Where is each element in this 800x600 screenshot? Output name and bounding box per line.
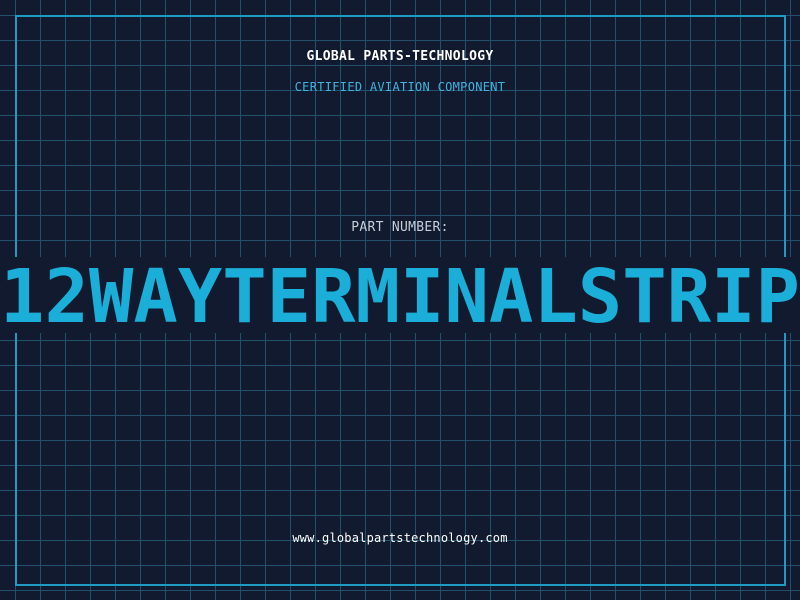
part-number-display: 12WAYTERMINALSTRIP [0, 255, 800, 335]
part-number-svg: 12WAYTERMINALSTRIP [0, 255, 800, 335]
website-link[interactable]: www.globalpartstechnology.com [0, 531, 800, 545]
brand-title: GLOBAL PARTS-TECHNOLOGY [306, 49, 494, 64]
brand-subtitle: CERTIFIED AVIATION COMPONENT [294, 80, 506, 94]
part-number-label: PART NUMBER: [351, 220, 449, 235]
part-number-value: 12WAYTERMINALSTRIP [0, 255, 800, 335]
